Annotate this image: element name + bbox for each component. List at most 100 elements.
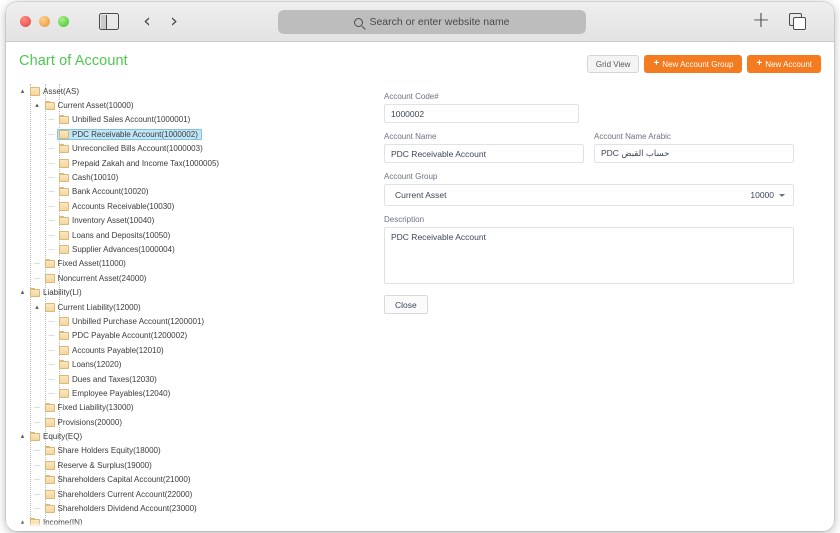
new-tab-button[interactable]: + — [751, 10, 771, 32]
tree-node[interactable]: ▴ Equity(EQ) — [6, 429, 378, 443]
tree-node-content[interactable]: Unbilled Purchase Account(1200001) — [57, 316, 208, 327]
account-name-input[interactable]: PDC Receivable Account — [384, 144, 584, 163]
tree-node[interactable]: — Noncurrent Asset(24000) — [6, 271, 378, 285]
tree-node[interactable]: — PDC Receivable Account(1000002) — [6, 127, 378, 141]
tree-node[interactable]: — Dues and Taxes(12030) — [6, 372, 378, 386]
folder-icon — [59, 388, 69, 398]
tree-node-content[interactable]: Provisions(20000) — [43, 417, 126, 428]
tree-node-content[interactable]: Liability(LI) — [28, 287, 86, 298]
tree-node-content[interactable]: Loans and Deposits(10050) — [57, 230, 174, 241]
address-bar[interactable]: Search or enter website name — [278, 10, 586, 34]
tree-node[interactable]: ▴ Current Asset(10000) — [6, 98, 378, 112]
tree-node[interactable]: — Employee Payables(12040) — [6, 386, 378, 400]
tree-node[interactable]: ▴ Current Liability(12000) — [6, 300, 378, 314]
zoom-window-button[interactable] — [58, 16, 69, 27]
tree-node[interactable]: — Loans(12020) — [6, 357, 378, 371]
tree-expander-icon[interactable]: ▴ — [34, 102, 41, 109]
tree-node-content[interactable]: Shareholders Capital Account(21000) — [43, 474, 195, 485]
close-window-button[interactable] — [20, 16, 31, 27]
tree-node-content[interactable]: PDC Payable Account(1200002) — [57, 330, 191, 341]
tree-node-content[interactable]: Unreconciled Bills Account(1000003) — [57, 143, 207, 154]
tree-node-label: Inventory Asset(10040) — [72, 216, 155, 226]
tree-leaf-connector-icon: — — [48, 230, 55, 239]
tree-node-content[interactable]: Accounts Payable(12010) — [57, 345, 168, 356]
tree-node[interactable]: — Cash(10010) — [6, 170, 378, 184]
tree-node-content[interactable]: Asset(AS) — [28, 86, 83, 97]
tree-node-label: Current Asset(10000) — [57, 101, 134, 111]
minimize-window-button[interactable] — [39, 16, 50, 27]
tree-node[interactable]: — Unreconciled Bills Account(1000003) — [6, 142, 378, 156]
tree-node-content[interactable]: Supplier Advances(1000004) — [57, 244, 179, 255]
tree-node-content[interactable]: Loans(12020) — [57, 359, 125, 370]
tree-node[interactable]: — Share Holders Equity(18000) — [6, 444, 378, 458]
tree-node-label: Share Holders Equity(18000) — [57, 446, 161, 456]
tree-node-content[interactable]: Cash(10010) — [57, 172, 122, 183]
tree-node-content[interactable]: Unbilled Sales Account(1000001) — [57, 114, 194, 125]
account-tree[interactable]: ▴ Asset(AS) ▴ Current Asset(10000) — Unbilled… — [6, 82, 378, 531]
folder-icon — [44, 101, 55, 111]
tree-node[interactable]: — Accounts Receivable(10030) — [6, 199, 378, 213]
description-textarea[interactable]: PDC Receivable Account — [384, 227, 794, 284]
tree-node[interactable]: — Reserve & Surplus(19000) — [6, 458, 378, 472]
tree-node-content[interactable]: Fixed Asset(11000) — [43, 258, 130, 269]
tree-node-content[interactable]: PDC Receivable Account(1000002) — [57, 128, 202, 140]
tree-node[interactable]: ▴ Liability(LI) — [6, 285, 378, 299]
tree-node[interactable]: — Bank Account(10020) — [6, 185, 378, 199]
tree-expander-icon[interactable]: ▴ — [19, 87, 26, 95]
tree-node-content[interactable]: Current Liability(12000) — [43, 302, 145, 313]
tree-node[interactable]: — Loans and Deposits(10050) — [6, 228, 378, 242]
tree-node[interactable]: ▴ Asset(AS) — [6, 84, 378, 98]
tree-node[interactable]: — Provisions(20000) — [6, 415, 378, 429]
tree-node[interactable]: — Fixed Asset(11000) — [6, 257, 378, 271]
tree-node-content[interactable]: Shareholders Dividend Account(23000) — [43, 503, 201, 514]
tree-node[interactable]: — Prepaid Zakah and Income Tax(1000005) — [6, 156, 378, 170]
tree-node-content[interactable]: Dues and Taxes(12030) — [57, 374, 161, 385]
sidebar-toggle-icon[interactable] — [99, 13, 119, 30]
tree-node[interactable]: — Shareholders Dividend Account(23000) — [6, 501, 378, 515]
folder-icon — [59, 173, 69, 183]
folder-icon — [44, 504, 55, 514]
tree-node-content[interactable]: Shareholders Current Account(22000) — [43, 489, 197, 500]
new-account-group-button[interactable]: + New Account Group — [644, 55, 743, 73]
account-group-select[interactable]: Current Asset 10000 — [384, 184, 794, 206]
tree-node-content[interactable]: Fixed Liability(13000) — [43, 402, 138, 413]
tree-node[interactable]: — Unbilled Purchase Account(1200001) — [6, 314, 378, 328]
tree-node-label: Supplier Advances(1000004) — [72, 244, 175, 254]
new-account-button[interactable]: + New Account — [747, 55, 821, 73]
tree-node[interactable]: — PDC Payable Account(1200002) — [6, 329, 378, 343]
tree-node-label: PDC Receivable Account(1000002) — [72, 129, 198, 139]
grid-view-button[interactable]: Grid View — [586, 55, 640, 73]
header-actions: Grid View + New Account Group + New Acco… — [586, 55, 821, 73]
tree-node-content[interactable]: Reserve & Surplus(19000) — [43, 460, 156, 471]
tree-leaf-connector-icon: — — [48, 158, 55, 167]
tree-expander-icon[interactable]: ▴ — [19, 433, 26, 440]
address-bar-placeholder: Search or enter website name — [369, 16, 510, 28]
tree-node[interactable]: — Shareholders Capital Account(21000) — [6, 473, 378, 487]
tree-node[interactable]: — Inventory Asset(10040) — [6, 214, 378, 228]
tree-node-content[interactable]: Equity(EQ) — [28, 431, 86, 442]
account-name-arabic-input[interactable]: حساب القبض PDC — [594, 144, 794, 163]
tree-node-content[interactable]: Prepaid Zakah and Income Tax(1000005) — [57, 158, 223, 169]
tree-node-content[interactable]: Employee Payables(12040) — [57, 388, 174, 399]
close-button[interactable]: Close — [384, 295, 428, 314]
tree-node-content[interactable]: Inventory Asset(10040) — [57, 215, 158, 226]
forward-button[interactable]: › — [164, 11, 184, 32]
screenshot-root: ‹ › Search or enter website name + Chart… — [0, 0, 840, 533]
tree-node[interactable]: — Accounts Payable(12010) — [6, 343, 378, 357]
tree-node-content[interactable]: Share Holders Equity(18000) — [43, 445, 165, 456]
tree-node-content[interactable]: Accounts Receivable(10030) — [57, 201, 178, 212]
account-group-meta: 10000 — [750, 190, 785, 200]
tree-node[interactable]: — Unbilled Sales Account(1000001) — [6, 113, 378, 127]
tree-node-content[interactable]: Current Asset(10000) — [43, 100, 138, 111]
tree-expander-icon[interactable]: ▴ — [19, 289, 26, 296]
tree-expander-icon[interactable]: ▴ — [34, 303, 41, 311]
tree-node[interactable]: — Shareholders Current Account(22000) — [6, 487, 378, 501]
tree-node[interactable]: — Supplier Advances(1000004) — [6, 242, 378, 256]
tree-node[interactable]: — Fixed Liability(13000) — [6, 401, 378, 415]
tree-node-content[interactable]: Bank Account(10020) — [57, 186, 153, 197]
tab-overview-icon[interactable] — [789, 13, 808, 31]
tree-node-label: Asset(AS) — [43, 86, 80, 96]
account-code-input[interactable]: 1000002 — [384, 104, 579, 123]
tree-node-content[interactable]: Noncurrent Asset(24000) — [43, 273, 151, 284]
back-button[interactable]: ‹ — [137, 11, 157, 32]
